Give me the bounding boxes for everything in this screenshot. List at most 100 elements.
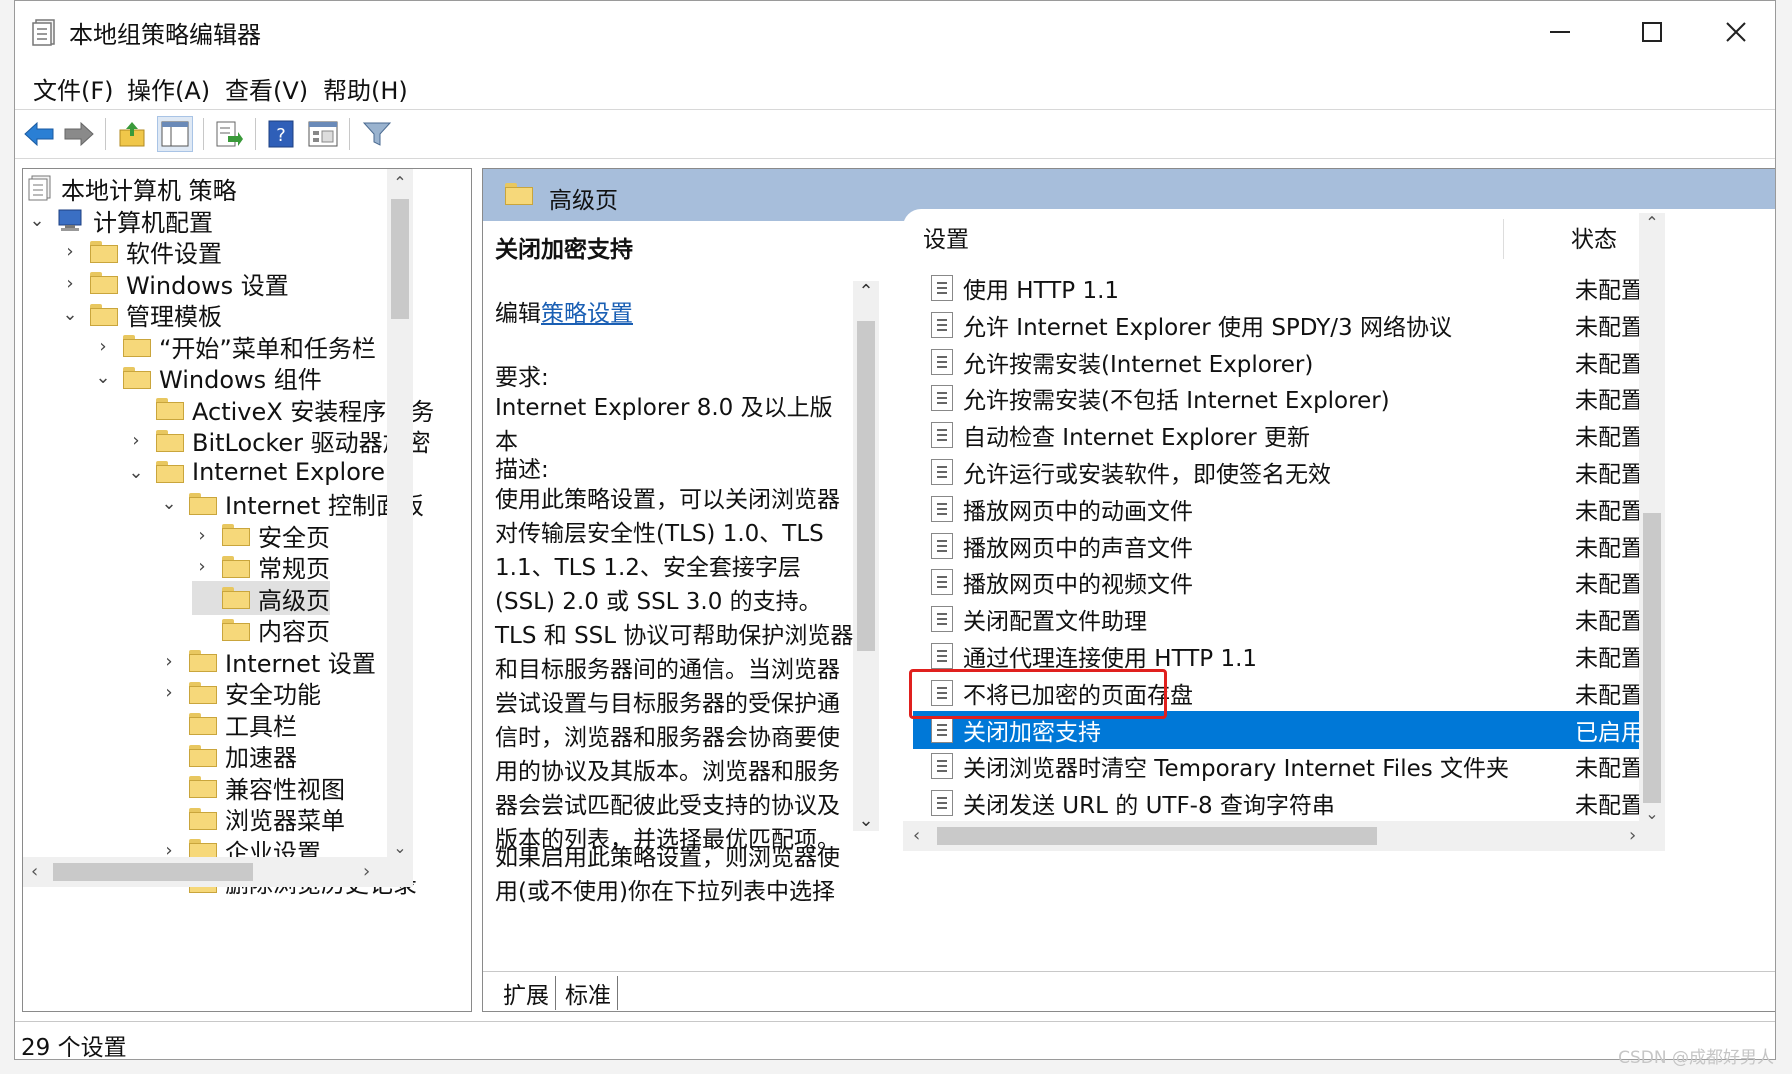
policy-row[interactable]: 允许 Internet Explorer 使用 SPDY/3 网络协议 未配置 bbox=[931, 306, 1644, 344]
forward-button[interactable] bbox=[61, 116, 97, 152]
tab-extended[interactable]: 扩展 bbox=[497, 976, 556, 1010]
tree-horizontal-scrollbar[interactable]: ‹ › bbox=[23, 857, 413, 887]
policy-row[interactable]: 关闭配置文件助理 未配置 bbox=[931, 600, 1644, 638]
scroll-left-arrow-icon[interactable]: ‹ bbox=[31, 861, 38, 882]
list-vertical-scrollbar[interactable]: ⌃ ⌄ bbox=[1639, 213, 1665, 823]
policy-name: 允许按需安装(Internet Explorer) bbox=[963, 351, 1314, 378]
description-scrollbar[interactable]: ⌃ ⌄ bbox=[853, 281, 879, 831]
policy-row[interactable]: 允许按需安装(Internet Explorer) 未配置 bbox=[931, 343, 1644, 381]
chevron-right-icon[interactable]: › bbox=[192, 556, 212, 577]
tree-item[interactable]: › 安全页 bbox=[192, 518, 330, 552]
tree-item[interactable]: › 软件设置 bbox=[60, 235, 222, 269]
folder-icon bbox=[505, 183, 533, 205]
edit-policy-setting-link[interactable]: 策略设置 bbox=[541, 301, 633, 327]
show-hide-console-tree-button[interactable] bbox=[157, 116, 193, 152]
list-horizontal-scrollbar[interactable]: ‹ › bbox=[903, 821, 1665, 851]
scroll-down-arrow-icon[interactable]: ⌄ bbox=[853, 810, 879, 831]
chevron-right-icon[interactable]: › bbox=[60, 241, 80, 262]
folder-icon bbox=[189, 492, 217, 515]
tree-item[interactable]: 浏览器菜单 bbox=[159, 802, 345, 836]
policy-row[interactable]: 播放网页中的视频文件 未配置 bbox=[931, 563, 1644, 601]
maximize-button[interactable] bbox=[1606, 1, 1698, 63]
scroll-right-arrow-icon[interactable]: › bbox=[1629, 825, 1636, 846]
policy-row[interactable]: 关闭发送 URL 的 UTF-8 查询字符串 未配置 bbox=[931, 784, 1644, 822]
chevron-right-icon[interactable]: › bbox=[60, 273, 80, 294]
close-button[interactable] bbox=[1698, 1, 1774, 63]
chevron-down-icon[interactable]: ⌄ bbox=[27, 210, 47, 231]
tree-vertical-scrollbar[interactable]: ⌃ ⌄ bbox=[387, 169, 413, 859]
scroll-up-arrow-icon[interactable]: ⌃ bbox=[1639, 213, 1665, 232]
menu-help[interactable]: 帮助(H) bbox=[323, 71, 408, 106]
tree-item[interactable]: ⌄ 计算机配置 bbox=[27, 203, 213, 237]
column-header-setting[interactable]: 设置 bbox=[923, 209, 969, 265]
chevron-right-icon[interactable]: › bbox=[192, 525, 212, 546]
chevron-down-icon[interactable]: ⌄ bbox=[60, 304, 80, 325]
scroll-left-arrow-icon[interactable]: ‹ bbox=[913, 825, 920, 846]
chevron-right-icon[interactable]: › bbox=[126, 430, 146, 451]
tree-item[interactable]: › “开始”菜单和任务栏 bbox=[93, 329, 375, 363]
policy-state: 未配置 bbox=[1575, 425, 1644, 452]
menu-view[interactable]: 查看(V) bbox=[225, 71, 308, 106]
policy-row[interactable]: 关闭浏览器时清空 Temporary Internet Files 文件夹 未配置 bbox=[931, 747, 1644, 785]
folder-icon bbox=[156, 461, 184, 483]
tree-item[interactable]: 内容页 bbox=[192, 613, 330, 647]
policy-setting-icon bbox=[931, 459, 953, 485]
tree-item[interactable]: 加速器 bbox=[159, 739, 297, 773]
tree-item[interactable]: 工具栏 bbox=[159, 707, 297, 741]
export-list-button[interactable] bbox=[211, 116, 247, 152]
tree-item[interactable]: › Internet 设置 bbox=[159, 644, 376, 678]
help-icon: ? bbox=[268, 120, 294, 148]
tab-standard[interactable]: 标准 bbox=[559, 976, 618, 1010]
tree-item[interactable]: ⌄ Internet 控制面板 bbox=[159, 487, 423, 521]
tree-item[interactable]: ⌄ Windows 组件 bbox=[93, 361, 321, 395]
policy-row[interactable]: 使用 HTTP 1.1 未配置 bbox=[931, 269, 1644, 307]
chevron-right-icon[interactable]: › bbox=[159, 682, 179, 703]
chevron-down-icon[interactable]: ⌄ bbox=[93, 367, 113, 388]
list-scroll-thumb[interactable] bbox=[1643, 513, 1661, 803]
menu-action[interactable]: 操作(A) bbox=[127, 71, 210, 106]
filter-button[interactable] bbox=[359, 116, 395, 152]
scroll-down-arrow-icon[interactable]: ⌄ bbox=[387, 838, 413, 857]
properties-button[interactable] bbox=[305, 116, 341, 152]
chevron-right-icon[interactable]: › bbox=[93, 336, 113, 357]
policy-setting-icon bbox=[931, 348, 953, 375]
policy-row[interactable]: 自动检查 Internet Explorer 更新 未配置 bbox=[931, 416, 1644, 454]
back-button[interactable] bbox=[21, 116, 57, 152]
policy-row[interactable]: 播放网页中的动画文件 未配置 bbox=[931, 490, 1644, 528]
menu-file[interactable]: 文件(F) bbox=[33, 71, 114, 106]
chevron-right-icon[interactable]: › bbox=[159, 651, 179, 672]
tree-item[interactable]: › Windows 设置 bbox=[60, 266, 288, 300]
tree-scroll-thumb[interactable] bbox=[391, 199, 409, 319]
tree-item[interactable]: ⌄ Internet Explorer bbox=[126, 455, 394, 489]
tree-hscroll-thumb[interactable] bbox=[53, 863, 253, 881]
policy-row[interactable]: 播放网页中的声音文件 未配置 bbox=[931, 527, 1644, 565]
list-hscroll-thumb[interactable] bbox=[937, 827, 1377, 845]
tree-item[interactable]: 高级页 bbox=[192, 581, 330, 615]
chevron-down-icon[interactable]: ⌄ bbox=[159, 493, 179, 514]
tree-item[interactable]: › 安全功能 bbox=[159, 676, 321, 710]
scroll-up-arrow-icon[interactable]: ⌃ bbox=[387, 173, 413, 192]
scroll-up-arrow-icon[interactable]: ⌃ bbox=[853, 281, 879, 302]
help-button[interactable]: ? bbox=[263, 116, 299, 152]
description-body: 使用此策略设置，可以关闭浏览器对传输层安全性(TLS) 1.0、TLS 1.1、… bbox=[495, 487, 854, 853]
policy-row[interactable]: 允许按需安装(不包括 Internet Explorer) 未配置 bbox=[931, 379, 1644, 417]
title-bar: 本地组策略编辑器 bbox=[15, 1, 1775, 63]
column-header-state[interactable]: 状态 bbox=[1571, 209, 1617, 265]
description-scroll-thumb[interactable] bbox=[857, 321, 875, 651]
chevron-down-icon[interactable]: ⌄ bbox=[126, 462, 146, 483]
policy-row[interactable]: 允许运行或安装软件，即使签名无效 未配置 bbox=[931, 453, 1644, 491]
tree-item[interactable]: › BitLocker 驱动器加密 bbox=[126, 424, 430, 458]
minimize-button[interactable] bbox=[1514, 1, 1606, 63]
policy-state: 未配置 bbox=[1575, 462, 1644, 488]
tree-item[interactable]: 兼容性视图 bbox=[159, 770, 345, 804]
policy-name: 关闭浏览器时清空 Temporary Internet Files 文件夹 bbox=[963, 756, 1510, 783]
tree-root[interactable]: 本地计算机 策略 bbox=[27, 171, 237, 205]
tree-item[interactable]: › 常规页 bbox=[192, 550, 330, 584]
details-folder-title: 高级页 bbox=[549, 188, 618, 214]
tree-item-label: 兼容性视图 bbox=[225, 775, 345, 804]
edit-policy-line: 编辑策略设置 bbox=[495, 297, 855, 331]
tree-item[interactable]: ⌄ 管理模板 bbox=[60, 298, 222, 332]
scroll-right-arrow-icon[interactable]: › bbox=[363, 861, 370, 882]
up-level-button[interactable] bbox=[115, 116, 151, 152]
policy-state: 未配置 bbox=[1575, 535, 1644, 562]
